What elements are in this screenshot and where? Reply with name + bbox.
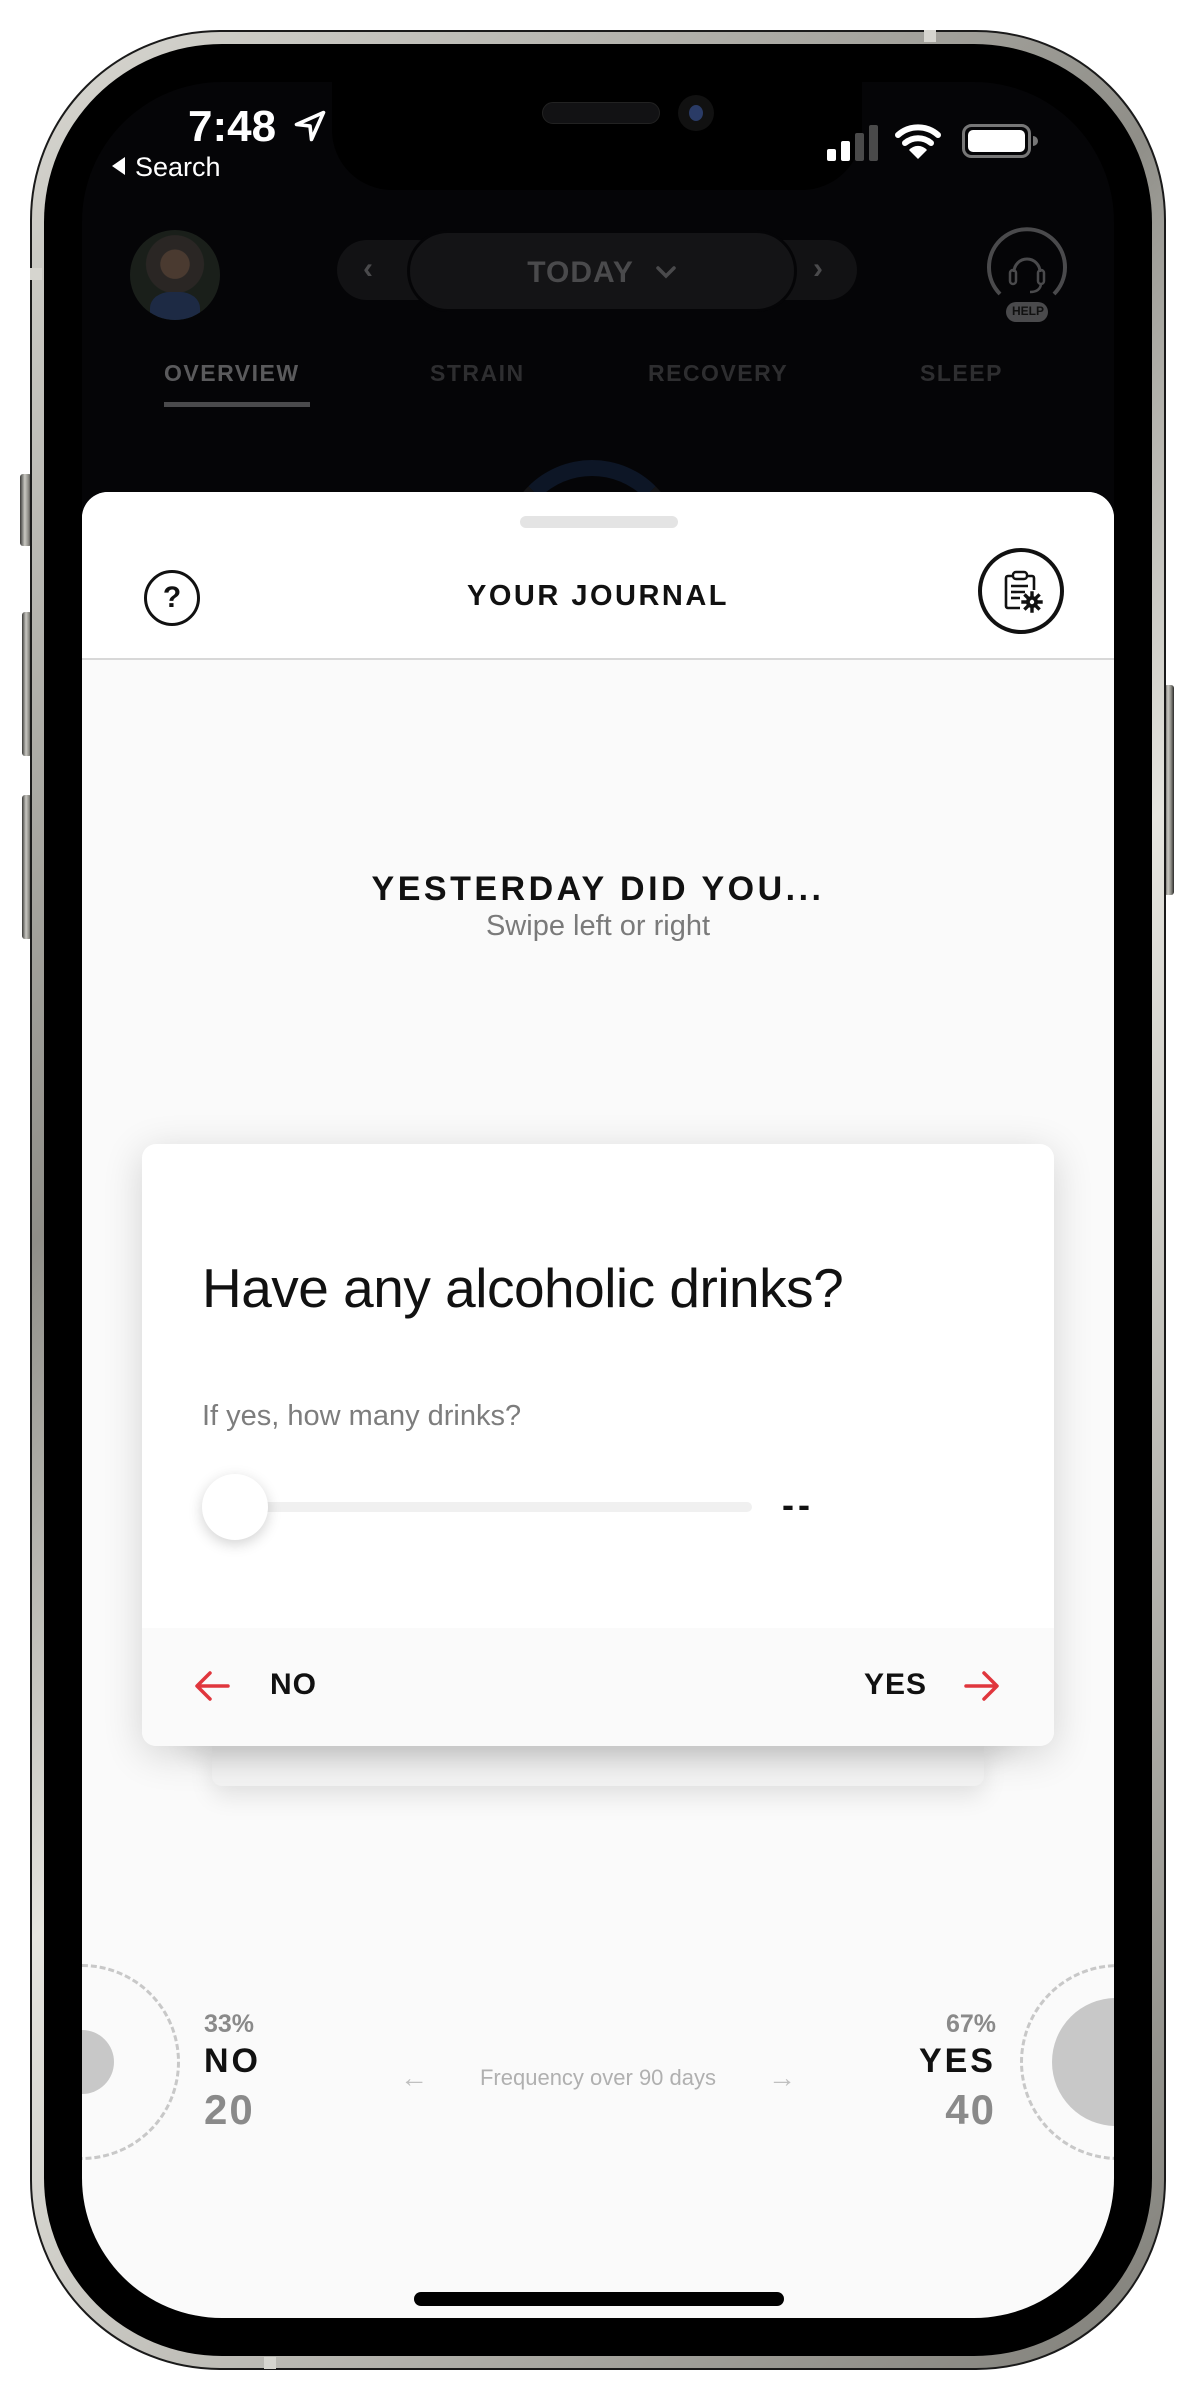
front-camera [678,95,714,131]
arrow-right-icon[interactable] [962,1668,1002,1704]
earpiece-speaker [542,102,660,124]
prompt-subtitle: Swipe left or right [485,910,711,942]
antenna-band [30,268,42,280]
drinks-slider-track[interactable] [222,1502,752,1512]
yes-count: 40 [945,2086,996,2133]
chevron-down-icon [656,266,676,279]
battery-icon [962,124,1038,158]
phone-screen: 7:48 Search ‹ › TODAY HELP OVERVIEW STRA… [82,82,1114,2318]
journal-header: ? YOUR JOURNAL [82,492,1114,660]
tab-strain[interactable]: STRAIN [430,360,525,387]
drinks-slider-thumb[interactable] [202,1474,268,1540]
card-answer-bar: NO YES [142,1628,1054,1746]
help-label: HELP [1012,304,1045,318]
clipboard-gear-icon [1004,570,1043,613]
yes-percent: 67% [945,2010,996,2038]
no-percent: 33% [204,2010,255,2038]
back-to-search-link[interactable]: Search [112,152,221,183]
wifi-icon [895,124,941,159]
frequency-stats: 33% NO 20 ← Frequency over 90 days → 67% Y… [82,1952,1114,2192]
active-tab-indicator [164,402,310,407]
antenna-band [264,2357,276,2369]
back-label: Search [135,152,221,182]
chevron-right-icon: › [813,252,823,285]
journal-settings-button[interactable] [978,548,1064,634]
chevron-left-icon: ‹ [363,252,373,285]
arrow-right-icon: → [768,2062,797,2093]
antenna-band [924,30,936,42]
profile-avatar[interactable] [130,230,220,320]
frequency-caption-text: Frequency over 90 days [479,2065,717,2090]
yes-label: YES [918,2042,996,2080]
journal-title: YOUR JOURNAL [466,580,729,612]
prompt-title: YESTERDAY DID YOU... [371,870,825,908]
location-arrow-icon [294,110,326,142]
help-support-button[interactable]: HELP [982,224,1072,324]
tab-sleep[interactable]: SLEEP [920,360,1003,387]
follow-up-label: If yes, how many drinks? [202,1400,522,1432]
drinks-count-value: -- [782,1484,814,1525]
tab-recovery[interactable]: RECOVERY [648,360,788,387]
question-card[interactable]: Have any alcoholic drinks? If yes, how m… [142,1144,1054,1746]
notch [332,82,862,190]
home-indicator[interactable] [414,2292,784,2306]
date-selector: ‹ › TODAY [337,230,857,312]
tab-overview[interactable]: OVERVIEW [164,360,300,387]
sheet-drag-handle[interactable] [520,516,678,528]
answer-no-button[interactable]: NO [270,1668,317,1702]
back-triangle-icon [112,157,125,175]
date-dropdown[interactable]: TODAY [407,230,797,312]
arrow-left-icon: ← [399,2062,428,2093]
cellular-signal-icon [827,125,878,161]
answer-yes-button[interactable]: YES [864,1668,927,1702]
arrow-left-icon[interactable] [192,1668,232,1704]
journal-sheet: ? YOUR JOURNAL YESTERDAY DID YOU... Swip… [82,492,1114,2318]
main-tabs: OVERVIEW STRAIN RECOVERY SLEEP [82,360,1114,420]
date-label: TODAY [410,256,794,290]
status-bar: 7:48 Search [82,82,1114,212]
question-text: Have any alcoholic drinks? [202,1257,844,1319]
status-time: 7:48 [188,102,277,151]
stacked-card [212,1744,984,1786]
